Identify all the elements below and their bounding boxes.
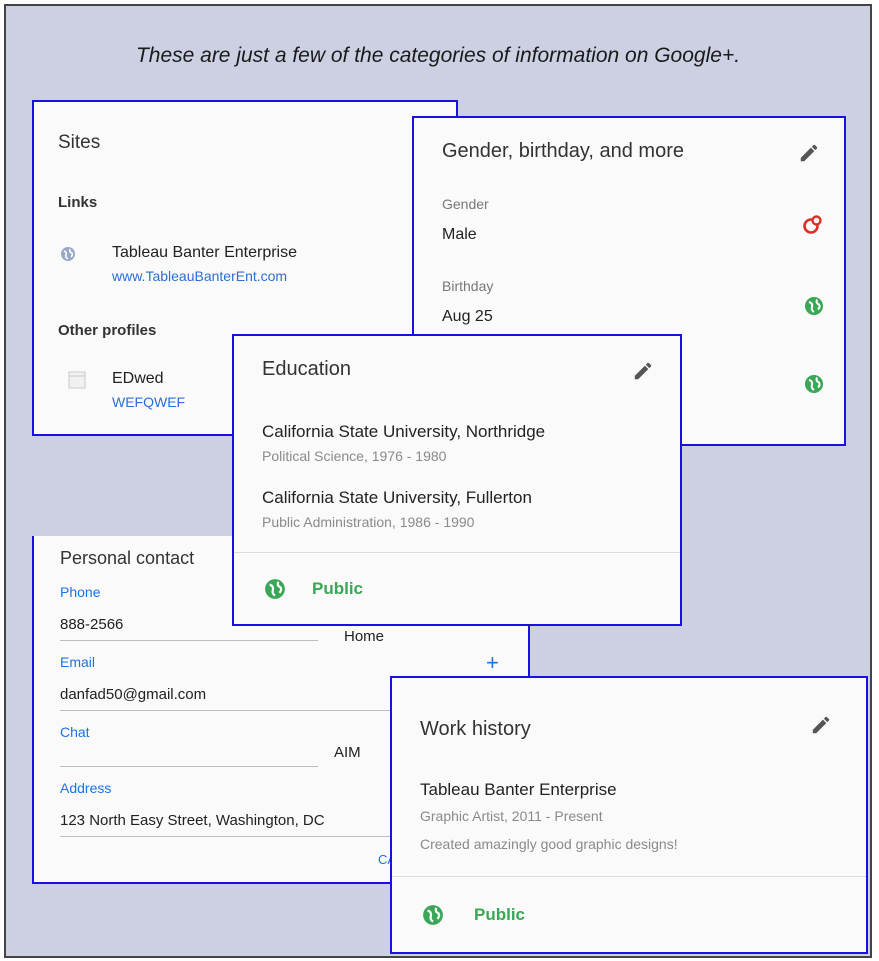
work-divider <box>392 876 866 877</box>
education-school-1: California State University, Northridge <box>262 422 546 441</box>
globe-icon <box>264 578 286 600</box>
site-link-url[interactable]: www.TableauBanterEnt.com <box>112 268 287 284</box>
sites-title: Sites <box>58 132 101 153</box>
education-detail-2: Public Administration, 1986 - 1990 <box>262 514 475 530</box>
chat-label: Chat <box>60 724 90 740</box>
education-title: Education <box>262 358 351 380</box>
email-label: Email <box>60 654 96 670</box>
email-field[interactable]: danfad50@gmail.com <box>60 686 206 703</box>
work-description: Created amazingly good graphic designs! <box>420 836 678 852</box>
gender-card-title: Gender, birthday, and more <box>442 140 684 162</box>
gender-value: Male <box>442 226 477 243</box>
site-link-name: Tableau Banter Enterprise <box>112 244 297 261</box>
work-history-card: Work history Tableau Banter Enterprise G… <box>390 676 868 954</box>
globe-icon[interactable] <box>804 374 824 394</box>
work-role: Graphic Artist, 2011 - Present <box>420 808 603 824</box>
address-label: Address <box>60 780 112 796</box>
gender-label: Gender <box>442 196 489 212</box>
education-visibility[interactable]: Public <box>312 579 363 599</box>
globe-icon <box>60 246 76 262</box>
work-title: Work history <box>420 718 531 740</box>
education-school-2: California State University, Fullerton <box>262 488 532 507</box>
address-field[interactable]: 123 North Easy Street, Washington, DC <box>60 812 325 829</box>
profile-name: EDwed <box>112 370 164 387</box>
work-company: Tableau Banter Enterprise <box>420 780 617 799</box>
figure-frame: These are just a few of the categories o… <box>4 4 872 958</box>
address-field-underline <box>60 836 400 837</box>
other-profiles-heading: Other profiles <box>58 322 157 339</box>
pencil-icon[interactable] <box>810 714 832 736</box>
extended-circles-icon[interactable] <box>802 214 824 236</box>
phone-field[interactable]: 888-2566 <box>60 616 123 633</box>
profile-link[interactable]: WEFQWEF <box>112 394 185 410</box>
birthday-value: Aug 25 <box>442 308 493 325</box>
globe-icon[interactable] <box>804 296 824 316</box>
phone-type-select[interactable]: Home <box>344 628 384 645</box>
education-detail-1: Political Science, 1976 - 1980 <box>262 448 447 464</box>
work-visibility[interactable]: Public <box>474 905 525 925</box>
education-card: Education California State University, N… <box>232 334 682 626</box>
birthday-label: Birthday <box>442 278 494 294</box>
pencil-icon[interactable] <box>798 142 820 164</box>
figure-caption: These are just a few of the categories o… <box>135 44 741 67</box>
phone-label: Phone <box>60 584 101 600</box>
add-email-button[interactable]: + <box>486 650 499 676</box>
chat-field-underline <box>60 766 318 767</box>
contact-title: Personal contact <box>60 548 195 568</box>
links-heading: Links <box>58 194 98 211</box>
globe-icon <box>422 904 444 926</box>
email-field-underline <box>60 710 390 711</box>
document-icon <box>68 371 86 389</box>
education-divider <box>234 552 680 553</box>
phone-field-underline <box>60 640 318 641</box>
pencil-icon[interactable] <box>632 360 654 382</box>
chat-type-select[interactable]: AIM <box>334 744 361 761</box>
